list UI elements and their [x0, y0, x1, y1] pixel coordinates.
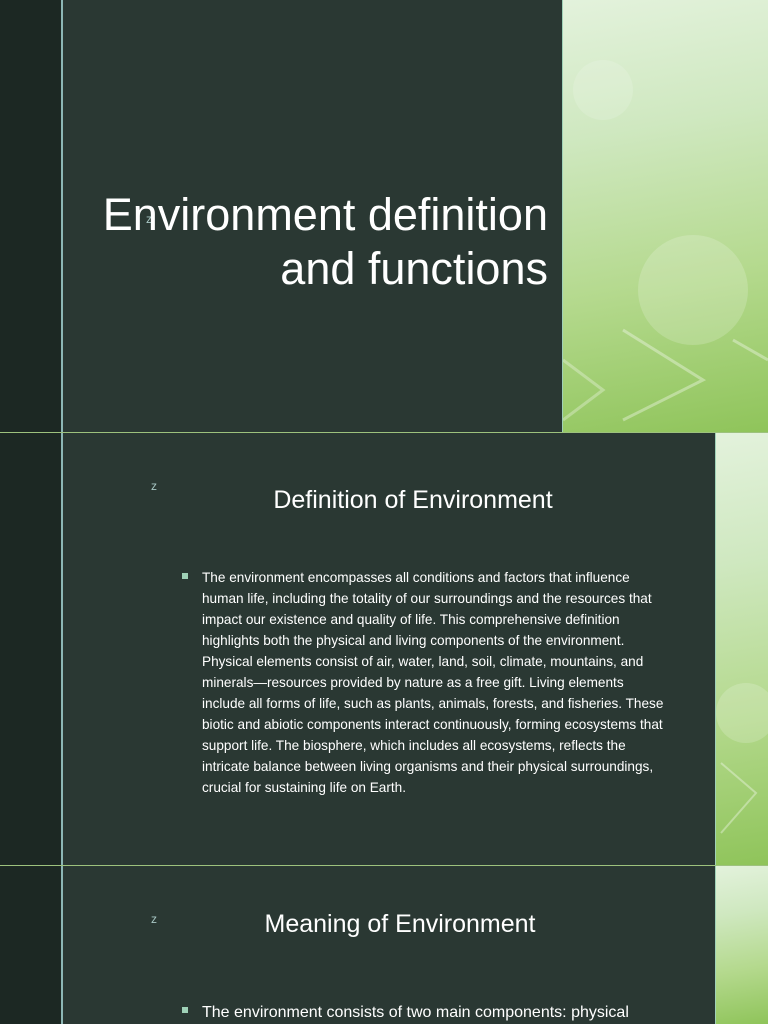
bullet-marker	[182, 573, 188, 579]
slide-heading: Meaning of Environment	[264, 910, 536, 938]
chevron-pattern-decoration	[563, 60, 768, 422]
bullet-text: The environment consists of two main com…	[202, 1004, 629, 1021]
left-strip	[0, 433, 61, 865]
title-slide: z Environment definition and functions	[0, 0, 768, 432]
slide-title: Environment definition and functions	[103, 188, 548, 296]
slide-title-line-1: Environment definition	[102, 189, 548, 240]
bullet-marker	[182, 1007, 188, 1013]
left-accent-rule	[61, 433, 63, 865]
left-accent-rule	[61, 0, 63, 432]
definition-slide: z Definition of Environment The environm…	[0, 433, 768, 865]
left-strip	[0, 866, 61, 1024]
left-accent-rule	[61, 866, 63, 1024]
bullet-text: The environment encompasses all conditio…	[202, 570, 664, 795]
meaning-slide: z Meaning of Environment The environment…	[0, 866, 768, 1024]
green-decorative-panel	[716, 866, 768, 1024]
slide-title-line-2: and functions	[280, 243, 548, 294]
green-decorative-panel	[563, 0, 768, 432]
left-strip	[0, 0, 61, 432]
slide-heading: Definition of Environment	[273, 486, 553, 514]
